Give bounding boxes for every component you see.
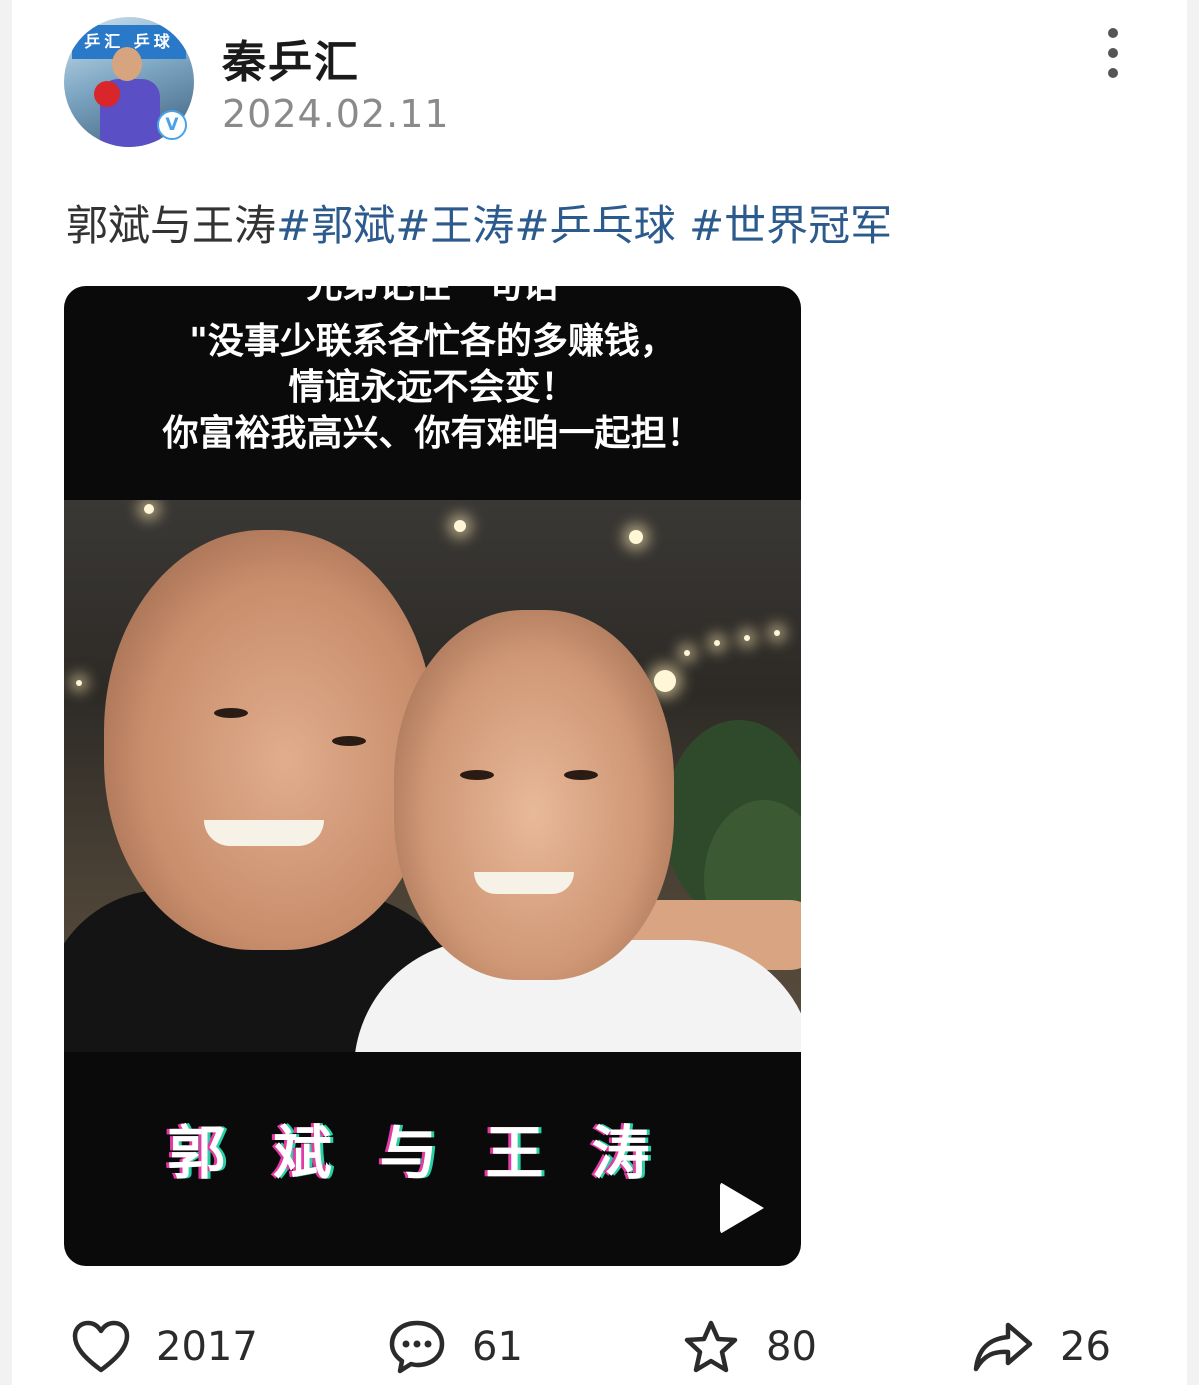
action-bar: 2017 61 80 26	[12, 1312, 1187, 1382]
post-card: 乒汇 乒球 V 秦乒汇 2024.02.11 郭斌与王涛#郭斌#王涛#乒乓球 #…	[12, 0, 1187, 1385]
post-date: 2024.02.11	[222, 92, 450, 136]
star-icon	[684, 1320, 738, 1373]
caption-line: 情谊永远不会变！	[288, 367, 577, 408]
hashtag-guobin[interactable]: #郭斌	[276, 201, 395, 250]
play-icon[interactable]	[720, 1182, 764, 1234]
avatar-figure-head	[112, 47, 142, 81]
more-vertical-icon[interactable]	[1098, 28, 1128, 78]
video-caption-bottom: 郭斌与王涛	[167, 1119, 698, 1187]
verified-badge-icon: V	[157, 110, 187, 140]
like-button[interactable]: 2017	[72, 1312, 258, 1382]
hashtag-world-champion[interactable]: #世界冠军	[689, 201, 892, 250]
hashtag-pingpong[interactable]: #乒乓球	[514, 201, 689, 250]
post-text: 郭斌与王涛#郭斌#王涛#乒乓球 #世界冠军	[66, 192, 892, 253]
share-arrow-icon	[973, 1322, 1033, 1372]
share-button[interactable]: 26	[972, 1312, 1111, 1382]
heart-icon	[72, 1320, 130, 1373]
comment-count: 61	[472, 1324, 523, 1370]
comment-button[interactable]: 61	[388, 1312, 523, 1382]
video-thumbnail	[64, 500, 801, 1052]
username[interactable]: 秦乒汇	[222, 26, 360, 90]
like-count: 2017	[156, 1324, 258, 1370]
video-player[interactable]: 兄弟记住一句话 "没事少联系各忙各的多赚钱， 情谊永远不会变！ 你富裕我高兴、你…	[64, 286, 801, 1266]
favorite-count: 80	[766, 1324, 817, 1370]
person-left	[104, 530, 434, 950]
caption-line: 兄弟记住一句话	[64, 286, 801, 308]
person-right	[394, 610, 674, 980]
favorite-button[interactable]: 80	[682, 1312, 817, 1382]
post-body-text: 郭斌与王涛	[66, 201, 277, 250]
comment-bubble-icon	[389, 1320, 445, 1374]
share-count: 26	[1060, 1324, 1111, 1370]
avatar-paddle	[94, 81, 120, 107]
caption-line: "没事少联系各忙各的多赚钱，	[189, 321, 676, 362]
hashtag-wangtao[interactable]: #王涛	[395, 201, 514, 250]
caption-line: 你富裕我高兴、你有难咱一起担！	[162, 413, 703, 454]
